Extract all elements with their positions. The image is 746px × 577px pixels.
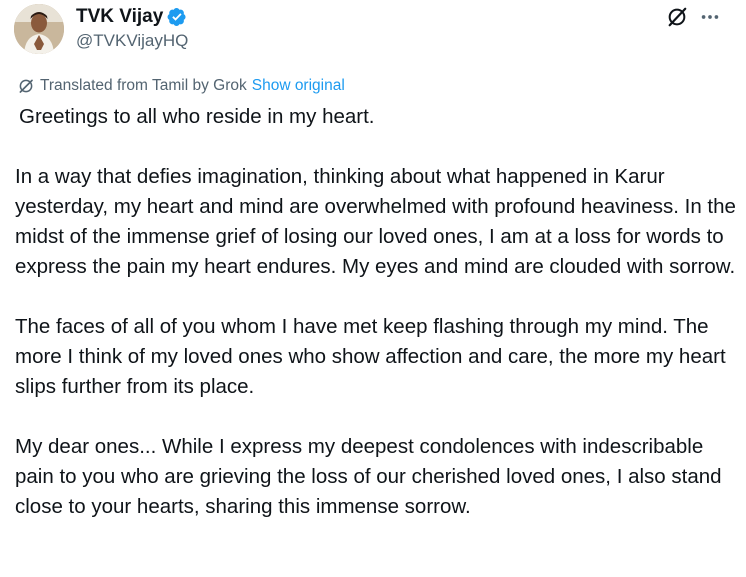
grok-translate-icon [19,79,33,93]
author-name[interactable]: TVK Vijay [76,5,163,29]
tweet-paragraph: The faces of all of you whom I have met … [15,315,726,398]
translation-label: Translated from Tamil by Grok [40,77,247,94]
author-handle[interactable]: @TVKVijayHQ [76,30,188,52]
grok-icon [668,7,687,27]
grok-button[interactable] [664,4,690,30]
show-original-link[interactable]: Show original [252,76,345,96]
avatar[interactable] [14,4,64,54]
tweet-paragraph: Greetings to all who reside in my heart. [19,105,375,128]
more-horizontal-icon [701,15,719,19]
tweet-paragraph: My dear ones... While I express my deepe… [15,435,722,518]
tweet-paragraph: In a way that defies imagination, thinki… [15,165,736,278]
author-name-row[interactable]: TVK Vijay [76,5,187,29]
tweet-text: Greetings to all who reside in my heart.… [15,102,743,522]
translation-notice: Translated from Tamil by Grok Show origi… [17,76,345,96]
profile-photo [14,4,64,54]
verified-badge-icon[interactable] [167,7,187,27]
tweet: TVK Vijay @TVKVijayHQ Translated from Ta… [0,0,746,577]
more-button[interactable] [697,4,723,30]
